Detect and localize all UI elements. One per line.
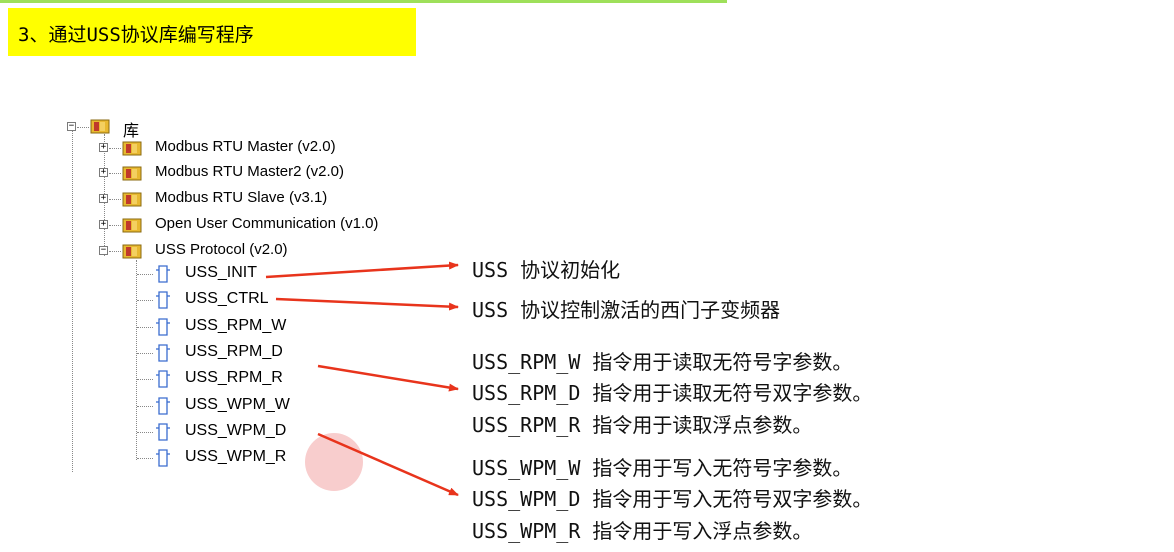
description-uss-wpm-w: USS_WPM_W 指令用于写入无符号字参数。 [472,456,853,480]
description-uss-wpm-r: USS_WPM_R 指令用于写入浮点参数。 [472,519,813,543]
arrow-ctrl [275,297,459,311]
arrow-init [265,261,459,279]
description-uss-ctrl: USS 协议控制激活的西门子变频器 [472,298,781,322]
description-uss-init: USS 协议初始化 [472,258,621,282]
description-uss-rpm-d: USS_RPM_D 指令用于读取无符号双字参数。 [472,381,873,405]
arrow-rpm [317,364,459,392]
arrow-wpm [317,432,459,497]
description-uss-wpm-d: USS_WPM_D 指令用于写入无符号双字参数。 [472,487,873,511]
description-uss-rpm-r: USS_RPM_R 指令用于读取浮点参数。 [472,413,813,437]
description-uss-rpm-w: USS_RPM_W 指令用于读取无符号字参数。 [472,350,853,374]
